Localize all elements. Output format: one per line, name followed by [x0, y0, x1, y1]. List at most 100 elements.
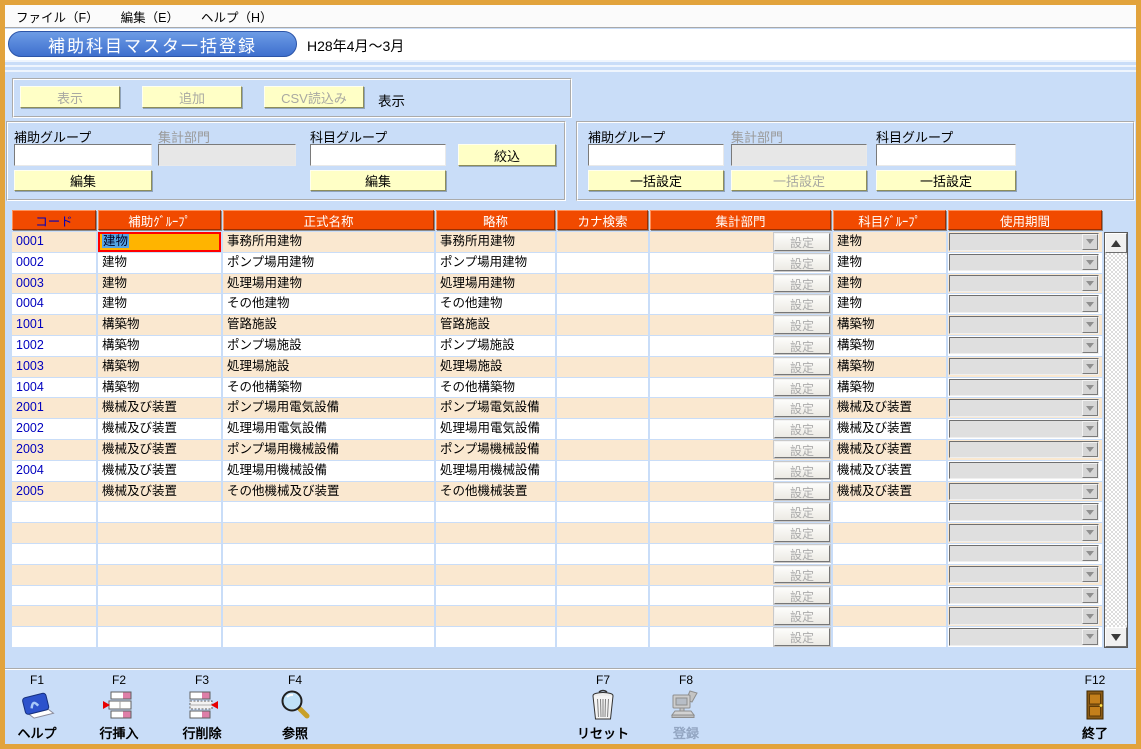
usage-period-select[interactable]	[949, 441, 1099, 459]
header-kana-search[interactable]: カナ検索	[557, 210, 648, 230]
kamoku-group-cell[interactable]	[833, 565, 946, 585]
usage-period-select[interactable]	[949, 275, 1099, 293]
usage-period-cell[interactable]	[948, 378, 1102, 398]
toolbar-help-button[interactable]: F1 ヘルプ	[5, 673, 69, 742]
kana-search-cell[interactable]	[557, 294, 648, 314]
code-cell[interactable]: 2005	[12, 482, 96, 502]
formal-name-cell[interactable]: ポンプ場用建物	[223, 253, 434, 273]
short-name-cell[interactable]	[436, 502, 555, 522]
formal-name-cell[interactable]: 事務所用建物	[223, 232, 434, 252]
hojo-group-cell[interactable]: 構築物	[98, 378, 221, 398]
shukei-bumon-cell[interactable]: 設定	[650, 336, 831, 356]
filter-shukei-bumon-input[interactable]	[158, 144, 296, 166]
kamoku-group-cell[interactable]: 機械及び装置	[833, 440, 946, 460]
hojo-group-cell[interactable]: 構築物	[98, 357, 221, 377]
kana-search-cell[interactable]	[557, 565, 648, 585]
set-button[interactable]: 設定	[774, 441, 830, 459]
hojo-group-cell[interactable]: 機械及び装置	[98, 398, 221, 418]
short-name-cell[interactable]: 処理場施設	[436, 357, 555, 377]
chevron-down-icon[interactable]	[1082, 380, 1098, 396]
usage-period-cell[interactable]	[948, 482, 1102, 502]
chevron-down-icon[interactable]	[1082, 504, 1098, 520]
formal-name-cell[interactable]: その他構築物	[223, 378, 434, 398]
usage-period-select[interactable]	[949, 462, 1099, 480]
usage-period-select[interactable]	[949, 483, 1099, 501]
chevron-down-icon[interactable]	[1082, 296, 1098, 312]
batch-kamoku-group-input[interactable]	[876, 144, 1016, 166]
kamoku-group-cell[interactable]	[833, 606, 946, 626]
kana-search-cell[interactable]	[557, 482, 648, 502]
toolbar-exit-button[interactable]: F12 終了	[1063, 673, 1127, 742]
chevron-down-icon[interactable]	[1082, 629, 1098, 645]
kana-search-cell[interactable]	[557, 606, 648, 626]
hojo-group-cell[interactable]: 構築物	[98, 336, 221, 356]
usage-period-cell[interactable]	[948, 315, 1102, 335]
chevron-down-icon[interactable]	[1082, 255, 1098, 271]
hojo-group-cell[interactable]	[98, 502, 221, 522]
code-cell[interactable]: 1004	[12, 378, 96, 398]
formal-name-cell[interactable]	[223, 586, 434, 606]
shukei-bumon-cell[interactable]: 設定	[650, 502, 831, 522]
short-name-cell[interactable]: 管路施設	[436, 315, 555, 335]
shukei-bumon-cell[interactable]: 設定	[650, 294, 831, 314]
short-name-cell[interactable]: ポンプ場施設	[436, 336, 555, 356]
kamoku-group-cell[interactable]: 構築物	[833, 357, 946, 377]
usage-period-cell[interactable]	[948, 606, 1102, 626]
hojo-group-cell[interactable]	[98, 565, 221, 585]
kamoku-group-cell[interactable]: 建物	[833, 274, 946, 294]
set-button[interactable]: 設定	[774, 545, 830, 563]
set-button[interactable]: 設定	[774, 566, 830, 584]
hojo-group-cell[interactable]: 建物	[98, 294, 221, 314]
header-shukei-bumon[interactable]: 集計部門	[650, 210, 831, 230]
code-cell[interactable]	[12, 606, 96, 626]
usage-period-cell[interactable]	[948, 232, 1102, 252]
set-button[interactable]: 設定	[774, 275, 830, 293]
usage-period-cell[interactable]	[948, 461, 1102, 481]
hojo-group-cell[interactable]	[98, 544, 221, 564]
usage-period-cell[interactable]	[948, 502, 1102, 522]
short-name-cell[interactable]: ポンプ場電気設備	[436, 398, 555, 418]
formal-name-cell[interactable]: 処理場用建物	[223, 274, 434, 294]
shukei-bumon-cell[interactable]: 設定	[650, 586, 831, 606]
code-cell[interactable]: 2001	[12, 398, 96, 418]
hojo-group-cell[interactable]	[98, 586, 221, 606]
short-name-cell[interactable]: 処理場用機械設備	[436, 461, 555, 481]
shukei-bumon-cell[interactable]: 設定	[650, 523, 831, 543]
chevron-down-icon[interactable]	[1082, 317, 1098, 333]
kamoku-group-cell[interactable]	[833, 586, 946, 606]
short-name-cell[interactable]	[436, 586, 555, 606]
usage-period-cell[interactable]	[948, 294, 1102, 314]
scroll-up-button[interactable]	[1105, 233, 1127, 253]
shukei-bumon-cell[interactable]: 設定	[650, 419, 831, 439]
shukei-bumon-cell[interactable]: 設定	[650, 357, 831, 377]
kana-search-cell[interactable]	[557, 232, 648, 252]
kana-search-cell[interactable]	[557, 253, 648, 273]
shukei-bumon-cell[interactable]: 設定	[650, 440, 831, 460]
usage-period-cell[interactable]	[948, 544, 1102, 564]
short-name-cell[interactable]	[436, 565, 555, 585]
hojo-group-cell[interactable]: 機械及び装置	[98, 461, 221, 481]
batch-set-shukei-button[interactable]: 一括設定	[731, 170, 867, 191]
usage-period-select[interactable]	[949, 566, 1099, 584]
code-cell[interactable]: 1001	[12, 315, 96, 335]
scroll-down-button[interactable]	[1105, 627, 1127, 647]
set-button[interactable]: 設定	[774, 399, 830, 417]
usage-period-select[interactable]	[949, 545, 1099, 563]
kamoku-group-cell[interactable]: 構築物	[833, 378, 946, 398]
shukei-bumon-cell[interactable]: 設定	[650, 315, 831, 335]
usage-period-select[interactable]	[949, 316, 1099, 334]
code-cell[interactable]	[12, 565, 96, 585]
chevron-down-icon[interactable]	[1082, 400, 1098, 416]
batch-hojo-group-input[interactable]	[588, 144, 724, 166]
toolbar-insert-row-button[interactable]: F2 行挿入	[87, 673, 151, 742]
toolbar-reset-button[interactable]: F7 リセット	[571, 673, 635, 742]
set-button[interactable]: 設定	[774, 379, 830, 397]
chevron-down-icon[interactable]	[1082, 421, 1098, 437]
csv-import-button[interactable]: CSV読込み	[264, 86, 364, 108]
short-name-cell[interactable]: 処理場用電気設備	[436, 419, 555, 439]
filter-hojo-group-input[interactable]	[14, 144, 152, 166]
code-cell[interactable]: 2003	[12, 440, 96, 460]
usage-period-select[interactable]	[949, 379, 1099, 397]
hojo-group-cell[interactable]	[98, 523, 221, 543]
kana-search-cell[interactable]	[557, 461, 648, 481]
